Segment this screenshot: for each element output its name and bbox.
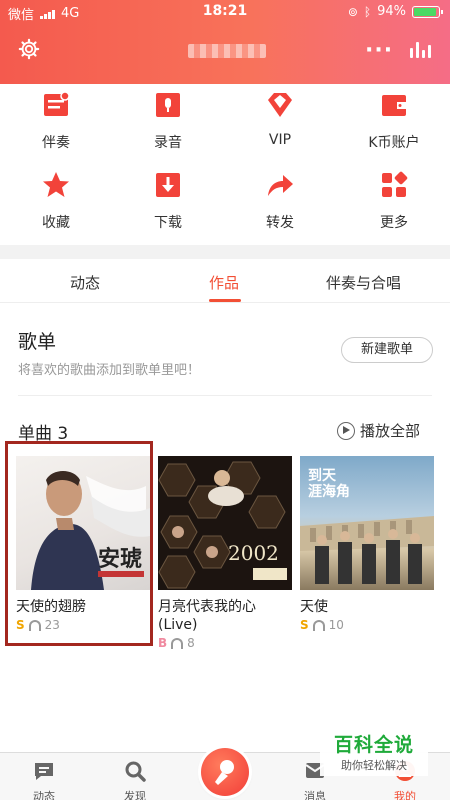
new-playlist-button[interactable]: 新建歌单 <box>341 337 433 363</box>
tab-works[interactable]: 作品 <box>209 272 239 293</box>
grid-label: 下载 <box>154 215 182 231</box>
album-cover: 2002 <box>158 456 292 590</box>
sing-button[interactable] <box>201 748 249 796</box>
svg-text:涯海角: 涯海角 <box>308 483 350 500</box>
svg-text:2002: 2002 <box>228 541 279 565</box>
nav-item-feed[interactable]: 动态 <box>14 753 74 800</box>
playlist-description: 将喜欢的歌曲添加到歌单里吧！ <box>18 363 201 378</box>
section-separator <box>0 245 450 259</box>
grid-item-download[interactable]: 下载 <box>112 170 224 232</box>
grid-item-vip[interactable]: VIP <box>224 90 336 148</box>
grid-label: K币账户 <box>368 135 420 151</box>
song-title: 天使 <box>300 599 328 615</box>
feature-grid: 伴奏 录音 VIP K币账户 收藏 下载 转发 更多 <box>0 84 450 244</box>
sing-microphone-icon <box>215 760 234 785</box>
score-level-badge: B <box>158 636 168 650</box>
watermark-subtitle: 助你轻松解决 <box>341 759 407 772</box>
grid-item-share[interactable]: 转发 <box>224 170 336 232</box>
wallet-icon <box>382 95 406 116</box>
tab-accompaniment-chorus[interactable]: 伴奏与合唱 <box>326 272 401 293</box>
svg-text:到天: 到天 <box>308 468 337 484</box>
grid-item-accompaniment[interactable]: 伴奏 <box>0 90 112 152</box>
nav-label: 动态 <box>33 790 55 800</box>
accompaniment-icon <box>44 91 70 116</box>
share-arrow-icon <box>268 175 293 196</box>
tab-feed[interactable]: 动态 <box>70 272 100 293</box>
play-count: 10 <box>328 618 344 632</box>
grid-item-record[interactable]: 录音 <box>112 90 224 152</box>
highlight-box <box>5 441 153 646</box>
song-title: 月亮代表我的心(Live) <box>158 599 256 633</box>
discover-search-icon <box>125 761 146 782</box>
grid-label: 转发 <box>266 215 294 231</box>
song-card[interactable]: 到天 涯海角 天使 S 10 <box>300 456 434 632</box>
headphones-icon <box>171 637 184 649</box>
gear-icon[interactable] <box>18 38 40 60</box>
active-tab-indicator <box>209 299 241 302</box>
grid-label: 伴奏 <box>42 135 70 151</box>
username-blurred <box>188 44 266 58</box>
headphones-icon <box>312 619 325 631</box>
nav-label: 发现 <box>124 790 146 800</box>
play-circle-icon <box>337 421 355 440</box>
song-card[interactable]: 2002 月亮代表我的心(Live) B 8 <box>158 456 292 650</box>
battery-percent: 94% <box>377 4 406 19</box>
grid-label: VIP <box>268 132 292 148</box>
album-cover: 到天 涯海角 <box>300 456 434 590</box>
grid-label: 录音 <box>154 135 182 151</box>
watermark: 百科全说 助你轻松解决 <box>320 730 428 776</box>
record-icon <box>156 93 180 117</box>
lock-rotation-icon: ⊚ <box>347 4 358 19</box>
battery-icon <box>412 5 443 18</box>
play-count: 8 <box>187 636 195 650</box>
vip-diamond-icon <box>268 93 292 117</box>
more-grid-icon <box>382 171 408 197</box>
grid-label: 更多 <box>380 215 408 231</box>
profile-tabs: 动态 作品 伴奏与合唱 <box>0 259 450 303</box>
song-meta: B 8 <box>158 636 292 650</box>
nav-item-discover[interactable]: 发现 <box>105 753 165 800</box>
header-bar: 微信 4G 18:21 ⊚ ᛒ 94% ··· <box>0 0 450 84</box>
play-all-label: 播放全部 <box>360 422 421 440</box>
grid-item-more[interactable]: 更多 <box>338 170 450 232</box>
watermark-title: 百科全说 <box>333 734 414 756</box>
feed-icon <box>35 763 53 780</box>
equalizer-icon[interactable] <box>410 42 431 58</box>
song-meta: S 10 <box>300 618 434 632</box>
divider <box>18 395 432 396</box>
score-level-badge: S <box>300 618 309 632</box>
playlist-title: 歌单 <box>18 331 57 353</box>
bluetooth-icon: ᛒ <box>363 4 372 19</box>
star-icon <box>43 172 69 197</box>
download-icon <box>156 173 180 197</box>
nav-label: 我的 <box>394 790 416 800</box>
more-dots-icon[interactable]: ··· <box>365 38 393 63</box>
play-all-button[interactable]: 播放全部 <box>337 420 420 441</box>
grid-item-kcoin[interactable]: K币账户 <box>338 90 450 152</box>
grid-item-favorites[interactable]: 收藏 <box>0 170 112 232</box>
status-bar: 微信 4G 18:21 ⊚ ᛒ 94% <box>0 0 450 24</box>
grid-label: 收藏 <box>42 215 70 231</box>
nav-label: 消息 <box>304 790 326 800</box>
